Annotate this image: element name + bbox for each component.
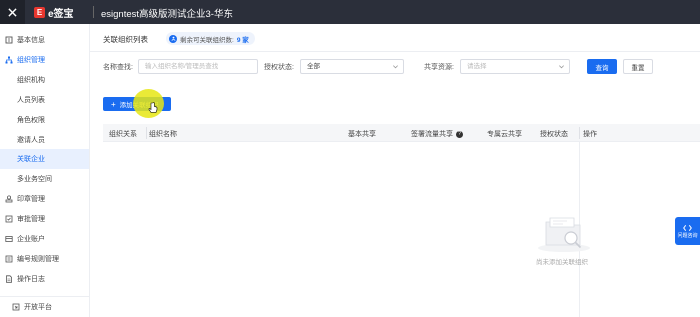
column-divider (146, 127, 147, 139)
sidebar-footer-open-platform[interactable]: 开放平台 (0, 296, 89, 317)
chevron-down-icon (393, 65, 398, 69)
sidebar-item-label: 关联企业 (17, 156, 45, 163)
search-button[interactable]: 查询 (587, 59, 617, 74)
sidebar-item-invite[interactable]: 邀请人员 (0, 130, 89, 150)
info-icon (169, 34, 177, 43)
top-bar: E e签宝 esigntest高级版测试企业3-华东 (0, 0, 700, 24)
brand-logo: E e签宝 (34, 6, 74, 20)
empty-folder-icon (538, 217, 590, 252)
sidebar-item-related-companies[interactable]: 关联企业 (0, 149, 89, 169)
number-rule-icon (5, 255, 13, 263)
sidebar-item-org-structure[interactable]: 组织机构 (0, 70, 89, 90)
approval-icon (5, 215, 13, 223)
pill-text: 剩余可关联组织数: (180, 36, 234, 44)
sidebar: 基本信息 组织管理 组织机构 人员列表 角色权限 邀请人员 关联企业 多业务空间… (0, 24, 90, 317)
header-divider (90, 51, 700, 52)
sidebar-item-seals[interactable]: 印章管理 (0, 189, 89, 209)
main-content: 关联组织列表 剩余可关联组织数: 9 家 名称查找: 输入组织名称/管理员查找 … (90, 24, 700, 317)
col-sign-flow-share: 签署流量共享 ? (411, 129, 463, 139)
sidebar-item-org-management[interactable]: 组织管理 (0, 50, 89, 70)
name-search-label: 名称查找: (103, 64, 133, 71)
sidebar-item-label: 基本信息 (17, 37, 45, 44)
plus-icon: + (111, 99, 116, 109)
shared-resource-placeholder: 请选择 (467, 63, 487, 70)
help-icon[interactable]: ? (456, 130, 463, 138)
open-platform-icon (12, 303, 20, 311)
auth-status-select[interactable]: 全部 (300, 59, 404, 74)
col-sign-flow-share-label: 签署流量共享 (411, 131, 453, 138)
sidebar-item-accounts[interactable]: 企业账户 (0, 229, 89, 249)
shared-resource-label: 共享资源: (424, 64, 454, 71)
company-title: esigntest高级版测试企业3-华东 (101, 9, 233, 20)
seal-icon (5, 195, 13, 203)
sidebar-item-members[interactable]: 人员列表 (0, 90, 89, 110)
column-divider (579, 127, 580, 139)
sidebar-item-number-rules[interactable]: 编号规则管理 (0, 249, 89, 269)
sidebar-item-label: 印章管理 (17, 196, 45, 203)
sidebar-item-business-spaces[interactable]: 多业务空间 (0, 169, 89, 189)
building-icon (5, 36, 13, 44)
pill-count: 9 家 (236, 36, 249, 44)
chevron-down-icon (559, 65, 564, 69)
col-basic-share: 基本共享 (348, 131, 376, 138)
sidebar-item-label: 操作日志 (17, 276, 45, 283)
reset-button[interactable]: 重置 (623, 59, 653, 74)
sidebar-item-approvals[interactable]: 审批管理 (0, 209, 89, 229)
consult-float-label: 问题咨询 (677, 232, 698, 239)
arrows-icon (683, 224, 692, 231)
consult-float-button[interactable]: 问题咨询 (675, 217, 700, 245)
sidebar-item-label: 审批管理 (17, 216, 45, 223)
org-icon (5, 56, 13, 64)
sidebar-item-roles[interactable]: 角色权限 (0, 110, 89, 130)
logo-text: e签宝 (48, 8, 74, 20)
log-icon (5, 275, 13, 283)
sidebar-item-label: 编号规则管理 (17, 256, 59, 263)
auth-status-value: 全部 (307, 63, 320, 70)
sidebar-item-label: 组织管理 (17, 57, 45, 64)
sidebar-item-basic-info[interactable]: 基本信息 (0, 30, 89, 50)
mouse-cursor-icon (148, 102, 158, 113)
page-title: 关联组织列表 (103, 35, 148, 44)
sidebar-item-label: 组织机构 (17, 77, 45, 84)
col-cloud-share: 专属云共享 (487, 131, 522, 138)
sidebar-footer-label: 开放平台 (24, 304, 52, 311)
empty-state-text: 尚未添加关联组织 (536, 259, 588, 266)
sidebar-item-label: 角色权限 (17, 117, 45, 124)
col-org-name: 组织名称 (149, 131, 177, 138)
table-header: 组织关系 组织名称 基本共享 签署流量共享 ? 专属云共享 授权状态 操作 (103, 124, 700, 142)
name-search-input[interactable]: 输入组织名称/管理员查找 (138, 59, 258, 74)
sidebar-item-label: 人员列表 (17, 97, 45, 104)
logo-mark: E (34, 6, 45, 18)
close-icon (8, 7, 17, 17)
remaining-count-pill: 剩余可关联组织数: 9 家 (166, 32, 255, 45)
sidebar-item-label: 多业务空间 (17, 176, 52, 183)
sidebar-item-label: 邀请人员 (17, 137, 45, 144)
sidebar-item-operation-log[interactable]: 操作日志 (0, 269, 89, 289)
col-org-relation: 组织关系 (109, 131, 137, 138)
col-auth-status: 授权状态 (540, 131, 568, 138)
col-actions: 操作 (583, 131, 597, 138)
close-button[interactable] (0, 0, 25, 24)
shared-resource-select[interactable]: 请选择 (460, 59, 570, 74)
sidebar-item-label: 企业账户 (17, 236, 45, 243)
topbar-divider (93, 6, 94, 18)
account-icon (5, 235, 13, 243)
auth-status-label: 授权状态: (264, 64, 294, 71)
